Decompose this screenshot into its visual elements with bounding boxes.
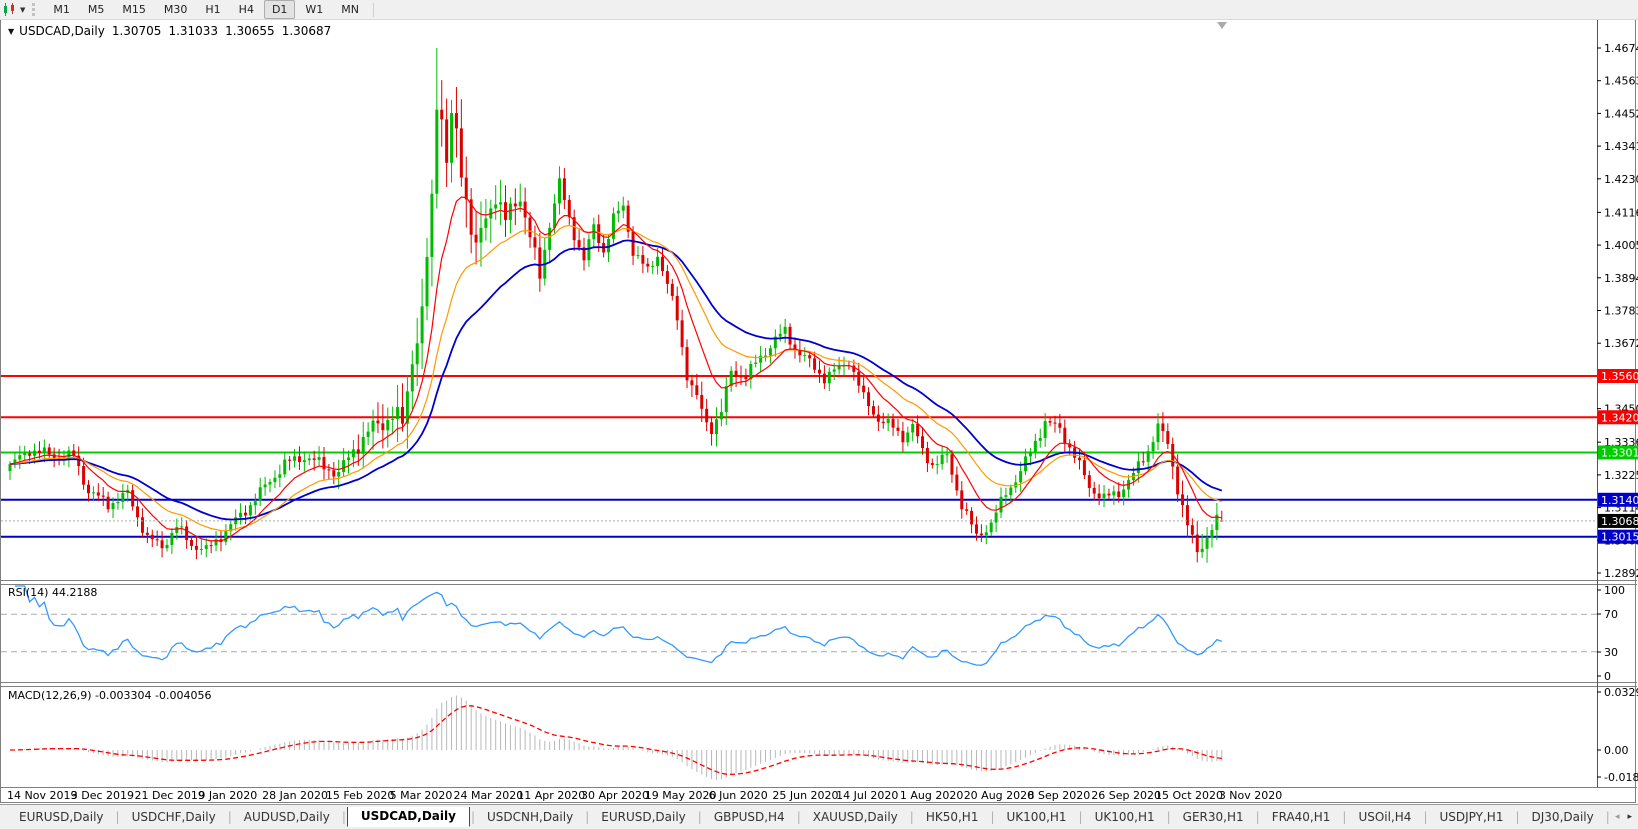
collapse-triangle-icon[interactable]: ▼ [8, 27, 14, 36]
chart-tab-eurusd-daily[interactable]: EURUSD,Daily [8, 807, 115, 827]
svg-text:25 Jun 2020: 25 Jun 2020 [772, 789, 838, 802]
low-value: 1.30655 [225, 24, 275, 38]
open-value: 1.30705 [111, 24, 162, 38]
chart-tab-hk50-h1[interactable]: HK50,H1 [915, 807, 990, 827]
svg-text:1 Aug 2020: 1 Aug 2020 [900, 789, 963, 802]
svg-text:1.38940: 1.38940 [1604, 272, 1638, 285]
timeframe-button-m30[interactable]: M30 [156, 0, 196, 19]
toolbar-grip [32, 3, 38, 16]
chart-tab-usoil-h4[interactable]: USOil,H4 [1347, 807, 1422, 827]
svg-text:11 Apr 2020: 11 Apr 2020 [517, 789, 585, 802]
chart-tabs: EURUSD,Daily | USDCHF,Daily | AUDUSD,Daily | U… [0, 807, 1609, 827]
tab-scroll-right-icon[interactable]: ▸ [1627, 812, 1632, 822]
svg-text:3 Nov 2020: 3 Nov 2020 [1219, 789, 1282, 802]
timeframe-button-m1[interactable]: M1 [45, 0, 78, 19]
svg-text:15 Feb 2020: 15 Feb 2020 [326, 789, 394, 802]
symbol-period-label: USDCAD,Daily [19, 24, 105, 38]
chart-tab-uk100-h1[interactable]: UK100,H1 [996, 807, 1078, 827]
chart-tab-xauusd-daily[interactable]: XAUUSD,Daily [802, 807, 909, 827]
chart-tab-gbpusd-h4[interactable]: GBPUSD,H4 [703, 807, 796, 827]
chart-tab-usdchf-daily[interactable]: USDCHF,Daily [121, 807, 227, 827]
tab-scroll-controls: ◂ ▸ [1609, 812, 1638, 822]
chart-title: ▼ USDCAD,Daily 1.30705 1.31033 1.30655 1.3068… [8, 24, 331, 38]
timeframe-button-h4[interactable]: H4 [231, 0, 262, 19]
svg-text:14 Jul 2020: 14 Jul 2020 [836, 789, 898, 802]
svg-text:30: 30 [1604, 646, 1618, 659]
svg-text:28 Jan 2020: 28 Jan 2020 [262, 789, 328, 802]
svg-text:21 Dec 2019: 21 Dec 2019 [135, 789, 205, 802]
chart-tab-uk100-h1[interactable]: UK100,H1 [1084, 807, 1166, 827]
svg-text:1.32250: 1.32250 [1604, 469, 1638, 482]
svg-text:1.35606: 1.35606 [1601, 370, 1638, 383]
timeframe-button-mn[interactable]: MN [333, 0, 367, 19]
chart-canvas[interactable]: 1.46740 1.45630 1.44520 1.43410 1.42300 1.411… [0, 0, 1638, 828]
svg-text:1.28920: 1.28920 [1604, 567, 1638, 580]
svg-text:1.42300: 1.42300 [1604, 173, 1638, 186]
chart-tab-bar: EURUSD,Daily | USDCHF,Daily | AUDUSD,Daily | U… [0, 804, 1638, 829]
svg-text:26 Sep 2020: 26 Sep 2020 [1091, 789, 1161, 802]
chart-tab-fra40-h1[interactable]: FRA40,H1 [1261, 807, 1342, 827]
svg-text:14 Nov 2019: 14 Nov 2019 [7, 789, 77, 802]
svg-text:20 Aug 2020: 20 Aug 2020 [964, 789, 1034, 802]
chart-type-button[interactable]: ▼ [0, 3, 28, 16]
svg-text:1.41160: 1.41160 [1604, 206, 1638, 219]
svg-text:1.30687: 1.30687 [1601, 515, 1638, 528]
svg-text:1.30152: 1.30152 [1601, 531, 1638, 544]
chart-tab-usdcad-daily[interactable]: USDCAD,Daily [346, 807, 470, 827]
chart-tab-audusd-daily[interactable]: AUDUSD,Daily [233, 807, 341, 827]
timeframe-button-d1[interactable]: D1 [263, 0, 296, 19]
chart-tab-usdjpy-h1[interactable]: USDJPY,H1 [1429, 807, 1515, 827]
svg-text:70: 70 [1604, 608, 1618, 621]
svg-text:9 Jan 2020: 9 Jan 2020 [198, 789, 257, 802]
svg-text:1.40050: 1.40050 [1604, 239, 1638, 252]
svg-text:1.43410: 1.43410 [1604, 140, 1638, 153]
close-value: 1.30687 [281, 24, 332, 38]
svg-text:15 Oct 2020: 15 Oct 2020 [1155, 789, 1223, 802]
svg-text:100: 100 [1604, 584, 1625, 597]
svg-text:19 May 2020: 19 May 2020 [645, 789, 717, 802]
timeframe-button-h1[interactable]: H1 [197, 0, 228, 19]
svg-text:24 Mar 2020: 24 Mar 2020 [453, 789, 523, 802]
svg-text:1.36720: 1.36720 [1604, 337, 1638, 350]
svg-text:0: 0 [1604, 670, 1611, 683]
svg-text:1.46740: 1.46740 [1604, 42, 1638, 55]
chart-tab-eurusd-daily[interactable]: EURUSD,Daily [590, 807, 697, 827]
candlestick-chart-icon [4, 3, 14, 16]
rsi-indicator-label: RSI(14) 44.2188 [8, 586, 98, 599]
svg-text:3 Dec 2019: 3 Dec 2019 [71, 789, 134, 802]
top-toolbar: ▼ M1 M5 M15 M30 H1 H4 D1 W1 MN [0, 0, 1638, 20]
macd-indicator-label: MACD(12,26,9) -0.003304 -0.004056 [8, 689, 212, 702]
chart-tab-usdcnh-daily[interactable]: USDCNH,Daily [476, 807, 584, 827]
svg-text:0.032972: 0.032972 [1604, 686, 1638, 699]
svg-text:-0.018154: -0.018154 [1604, 771, 1638, 784]
timeframe-button-group: M1 M5 M15 M30 H1 H4 D1 W1 MN [44, 0, 368, 19]
chart-tab-dj30-daily[interactable]: DJ30,Daily [1521, 807, 1605, 827]
chevron-down-icon: ▼ [20, 5, 26, 14]
svg-text:6 Jun 2020: 6 Jun 2020 [709, 789, 768, 802]
svg-text:5 Mar 2020: 5 Mar 2020 [390, 789, 453, 802]
timeframe-button-m15[interactable]: M15 [114, 0, 154, 19]
svg-text:8 Sep 2020: 8 Sep 2020 [1027, 789, 1090, 802]
high-value: 1.31033 [168, 24, 219, 38]
chart-tab-ger30-h1[interactable]: GER30,H1 [1172, 807, 1255, 827]
svg-text:1.37830: 1.37830 [1604, 304, 1638, 317]
svg-text:1.34206: 1.34206 [1601, 411, 1638, 424]
svg-text:1.44520: 1.44520 [1604, 107, 1638, 120]
timeframe-button-m5[interactable]: M5 [80, 0, 113, 19]
svg-text:0.00: 0.00 [1604, 744, 1629, 757]
svg-text:30 Apr 2020: 30 Apr 2020 [581, 789, 649, 802]
tab-scroll-left-icon[interactable]: ◂ [1615, 812, 1620, 822]
svg-text:1.33011: 1.33011 [1601, 446, 1638, 459]
svg-text:1.45630: 1.45630 [1604, 75, 1638, 88]
toolbar-divider [373, 2, 375, 17]
svg-text:1.31405: 1.31405 [1601, 494, 1638, 507]
timeframe-button-w1[interactable]: W1 [297, 0, 331, 19]
